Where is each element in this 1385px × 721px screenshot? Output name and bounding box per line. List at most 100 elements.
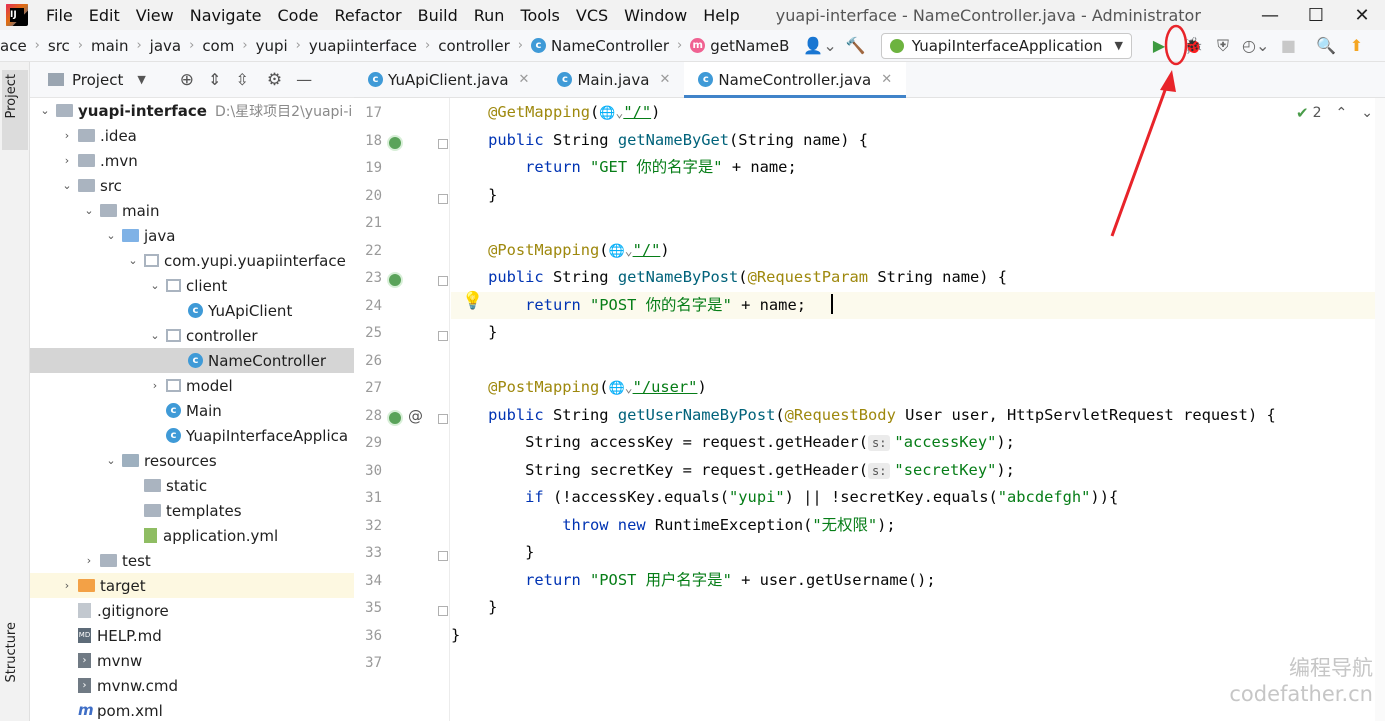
tree-item-static[interactable]: static (30, 473, 354, 498)
fold-marker-icon[interactable] (438, 193, 448, 204)
breadcrumb-item[interactable]: src (48, 37, 70, 55)
tree-item-model[interactable]: › model (30, 373, 354, 398)
minimize-button[interactable]: — (1247, 0, 1293, 30)
fold-marker-icon[interactable] (438, 413, 448, 424)
chevron-down-icon[interactable]: ⌄ (82, 204, 96, 217)
next-highlight-icon[interactable]: ⌄ (1361, 105, 1373, 121)
coverage-icon[interactable]: ⛨ (1212, 34, 1234, 58)
tree-item-main[interactable]: ⌄ main (30, 198, 354, 223)
breadcrumb-item[interactable]: ace (0, 37, 27, 55)
menu-help[interactable]: Help (695, 6, 747, 25)
tree-item--gitignore[interactable]: .gitignore (30, 598, 354, 623)
endpoint-gutter-icon[interactable] (387, 272, 403, 288)
menu-edit[interactable]: Edit (81, 6, 128, 25)
menu-navigate[interactable]: Navigate (182, 6, 270, 25)
tree-item-namecontroller[interactable]: c NameController (30, 348, 354, 373)
collapse-all-icon[interactable]: ⇳ (235, 70, 248, 89)
breadcrumb-item[interactable]: java (150, 37, 181, 55)
editor-scrollbar[interactable] (1375, 98, 1385, 721)
chevron-right-icon[interactable]: › (60, 579, 74, 592)
tree-item-help-md[interactable]: MD HELP.md (30, 623, 354, 648)
profiler-icon[interactable]: ◴⌄ (1242, 34, 1269, 58)
user-dropdown-icon[interactable]: 👤⌄ (803, 34, 836, 58)
tree-item-pom-xml[interactable]: m pom.xml (30, 698, 354, 721)
debug-bug-icon[interactable]: 🐞 (1182, 34, 1204, 58)
fold-marker-icon[interactable] (438, 331, 448, 341)
tree-item-resources[interactable]: ⌄ resources (30, 448, 354, 473)
chevron-right-icon[interactable]: › (60, 129, 74, 142)
previous-highlight-icon[interactable]: ⌃ (1336, 105, 1348, 121)
close-icon[interactable]: ✕ (659, 72, 670, 87)
tree-item-target[interactable]: › target (30, 573, 354, 598)
hide-panel-icon[interactable]: — (296, 70, 312, 89)
tree-item-controller[interactable]: ⌄ controller (30, 323, 354, 348)
fold-marker-icon[interactable] (438, 138, 448, 149)
lightbulb-icon[interactable]: 💡 (462, 291, 483, 311)
chevron-right-icon[interactable]: › (82, 554, 96, 567)
breadcrumb-item[interactable]: c NameController (530, 37, 669, 55)
tree-item--mvn[interactable]: › .mvn (30, 148, 354, 173)
menu-vcs[interactable]: VCS (568, 6, 616, 25)
inspection-widget[interactable]: ✔ 2 ⌃ ⌄ (1296, 104, 1373, 122)
endpoint-gutter-icon[interactable] (387, 409, 403, 426)
tree-item-com-yupi-yuapiinterface[interactable]: ⌄ com.yupi.yuapiinterface (30, 248, 354, 273)
endpoint-gutter-icon[interactable] (387, 134, 403, 151)
breadcrumb-item[interactable]: m getNameB (690, 37, 789, 55)
fold-marker-icon[interactable] (438, 551, 448, 561)
tree-item--idea[interactable]: › .idea (30, 123, 354, 148)
chevron-right-icon[interactable]: › (60, 154, 74, 167)
chevron-down-icon[interactable]: ⌄ (148, 279, 162, 292)
menu-window[interactable]: Window (616, 6, 695, 25)
update-icon[interactable]: ⬆ (1345, 34, 1367, 58)
at-sign-icon[interactable]: @ (408, 407, 423, 425)
breadcrumb-item[interactable]: yupi (256, 37, 288, 55)
chevron-down-icon[interactable]: ⌄ (104, 454, 118, 467)
chevron-down-icon[interactable]: ⌄ (60, 179, 74, 192)
editor-tab-main-java[interactable]: c Main.java ✕ (543, 62, 684, 97)
breadcrumb-item[interactable]: controller (438, 37, 510, 55)
run-configuration-select[interactable]: YuapiInterfaceApplication ▼ (880, 32, 1133, 59)
search-icon[interactable]: 🔍 (1315, 34, 1337, 58)
tree-item-templates[interactable]: templates (30, 498, 354, 523)
project-tool-tab[interactable]: Project (4, 74, 19, 118)
tree-item-yuapiinterfaceapplica[interactable]: c YuapiInterfaceApplica (30, 423, 354, 448)
breadcrumb-item[interactable]: yuapiinterface (309, 37, 417, 55)
chevron-right-icon[interactable]: › (148, 379, 162, 392)
stop-icon[interactable]: ■ (1277, 34, 1299, 58)
close-icon[interactable]: ✕ (881, 72, 892, 87)
menu-view[interactable]: View (128, 6, 182, 25)
menu-run[interactable]: Run (466, 6, 513, 25)
maximize-button[interactable]: ☐ (1293, 0, 1339, 30)
chevron-down-icon[interactable]: ⌄ (148, 329, 162, 342)
locate-icon[interactable]: ⊕ (180, 70, 194, 90)
tree-item-yuapi-interface[interactable]: ⌄ yuapi-interface D:\星球项目2\yuapi-i (30, 98, 354, 123)
chevron-down-icon[interactable]: ⌄ (38, 104, 52, 117)
close-window-button[interactable]: ✕ (1339, 0, 1385, 30)
menu-file[interactable]: File (38, 6, 81, 25)
build-hammer-icon[interactable]: 🔨 (845, 34, 867, 58)
expand-all-icon[interactable]: ⇕ (208, 70, 221, 89)
menu-code[interactable]: Code (270, 6, 327, 25)
editor-tab-namecontroller-java[interactable]: c NameController.java ✕ (684, 62, 907, 98)
menu-tools[interactable]: Tools (512, 6, 567, 25)
menu-build[interactable]: Build (410, 6, 466, 25)
tree-item-mvnw-cmd[interactable]: › mvnw.cmd (30, 673, 354, 698)
tree-item-java[interactable]: ⌄ java (30, 223, 354, 248)
fold-marker-icon[interactable] (438, 276, 448, 286)
project-view-title[interactable]: Project (72, 71, 123, 89)
gear-icon[interactable]: ⚙ (267, 70, 282, 90)
tree-item-client[interactable]: ⌄ client (30, 273, 354, 298)
tree-item-mvnw[interactable]: › mvnw (30, 648, 354, 673)
chevron-down-icon[interactable]: ▼ (137, 73, 145, 86)
tree-item-main[interactable]: c Main (30, 398, 354, 423)
close-icon[interactable]: ✕ (519, 72, 530, 87)
tree-item-src[interactable]: ⌄ src (30, 173, 354, 198)
breadcrumb-item[interactable]: com (202, 37, 234, 55)
breadcrumb-item[interactable]: main (91, 37, 128, 55)
chevron-down-icon[interactable]: ⌄ (104, 229, 118, 242)
tree-item-yuapiclient[interactable]: c YuApiClient (30, 298, 354, 323)
structure-tool-tab[interactable]: Structure (4, 622, 19, 682)
menu-refactor[interactable]: Refactor (326, 6, 409, 25)
fold-marker-icon[interactable] (438, 606, 448, 616)
editor-tab-yuapiclient-java[interactable]: c YuApiClient.java ✕ (354, 62, 543, 97)
